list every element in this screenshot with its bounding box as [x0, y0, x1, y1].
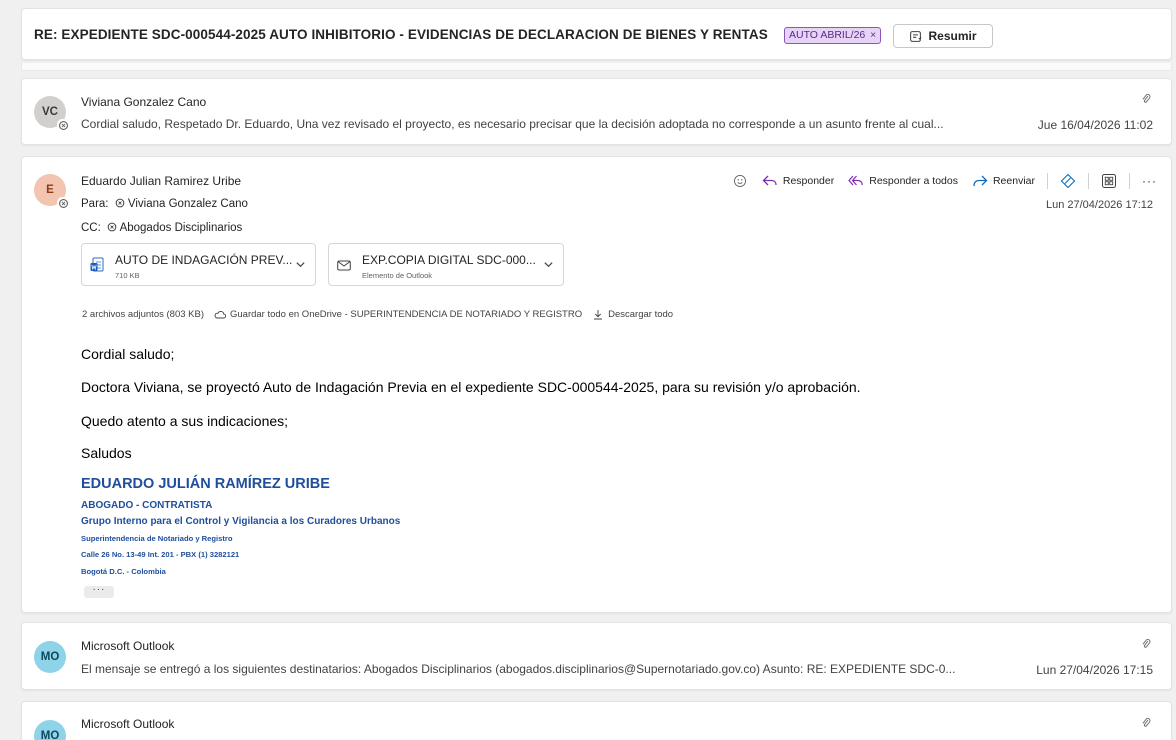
presence-unknown-icon [57, 197, 68, 208]
recipient-status-icon [115, 198, 125, 208]
message-collapsed-outlook[interactable]: MO Microsoft Outlook El mensaje se entre… [21, 622, 1172, 690]
subject-header: RE: EXPEDIENTE SDC-000544-2025 AUTO INHI… [21, 8, 1172, 60]
word-doc-icon [90, 257, 104, 272]
signature-role: ABOGADO - CONTRATISTA [81, 500, 213, 511]
reply-label: Responder [782, 175, 835, 187]
signature-address: Calle 26 No. 13-49 Int. 201 - PBX (1) 32… [81, 550, 240, 559]
attachment-type: Elemento de Outlook [362, 271, 433, 280]
message-preview: Cordial saludo, Respetado Dr. Eduardo, U… [81, 117, 944, 131]
body-paragraph: Saludos [81, 445, 132, 461]
subject-title: RE: EXPEDIENTE SDC-000544-2025 AUTO INHI… [34, 27, 768, 42]
body-paragraph: Cordial saludo; [81, 346, 175, 362]
to-recipient[interactable]: Viviana Gonzalez Cano [128, 198, 248, 210]
signature-name: EDUARDO JULIÁN RAMÍREZ URIBE [81, 476, 330, 492]
forward-label: Reenviar [992, 175, 1035, 187]
forward-arrow-icon [973, 175, 988, 187]
forward-button[interactable]: Reenviar [972, 174, 1035, 188]
body-paragraph: Quedo atento a sus indicaciones; [81, 413, 289, 429]
attachment-clip-icon [1142, 639, 1151, 648]
to-line: Para: Viviana Gonzalez Cano [81, 198, 248, 210]
save-to-onedrive-link[interactable]: Guardar todo en OneDrive - SUPERINTENDEN… [230, 309, 582, 320]
avatar: MO [34, 641, 66, 673]
chevron-down-icon[interactable] [543, 259, 554, 270]
reply-all-label: Responder a todos [869, 175, 958, 187]
message-date: Lun 27/04/2026 17:15 [1036, 663, 1153, 677]
message-collapsed-outlook-2[interactable]: MO Microsoft Outlook [21, 701, 1172, 740]
apps-button[interactable] [1101, 173, 1117, 189]
reply-all-button[interactable]: Responder a todos [848, 174, 958, 188]
sender-name[interactable]: Eduardo Julian Ramirez Uribe [81, 174, 241, 188]
sender-name: Viviana Gonzalez Cano [81, 95, 207, 109]
category-tag[interactable]: AUTO ABRIL/26 × [784, 27, 882, 44]
cloud-icon [214, 311, 226, 319]
recipient-status-icon [107, 222, 117, 232]
body-paragraph: Doctora Viviana, se proyectó Auto de Ind… [81, 379, 861, 395]
category-tag-label: AUTO ABRIL/26 [789, 29, 866, 41]
sender-name: Microsoft Outlook [81, 639, 175, 653]
message-date: Jue 16/04/2026 11:02 [1037, 118, 1153, 132]
attachment-card[interactable]: EXP.COPIA DIGITAL SDC-000... Elemento de… [328, 243, 564, 286]
message-preview: El mensaje se entregó a los siguientes d… [81, 662, 956, 676]
message-date: Lun 27/04/2026 17:12 [1045, 199, 1153, 211]
toolbar-separator [1088, 173, 1089, 189]
presence-unknown-icon [57, 119, 68, 130]
reaction-button[interactable] [732, 174, 748, 188]
cc-recipient[interactable]: Abogados Disciplinarios [120, 222, 243, 234]
summarize-button[interactable]: Resumir [893, 24, 993, 48]
attachment-clip-icon [1142, 94, 1151, 103]
toolbar-separator [1047, 173, 1048, 189]
attachments-summary: 2 archivos adjuntos (803 KB) [82, 309, 204, 320]
sender-name: Microsoft Outlook [81, 717, 175, 731]
message-expanded-eduardo: E Eduardo Julian Ramirez Uribe Para: Viv… [21, 156, 1172, 613]
thread-divider [21, 63, 1172, 71]
avatar: MO [34, 720, 66, 740]
signature-group: Grupo Interno para el Control y Vigilanc… [81, 516, 401, 527]
message-actions: Responder Responder a todos Reenviar ··· [732, 171, 1157, 191]
chevron-down-icon[interactable] [295, 259, 306, 270]
attachment-name: EXP.COPIA DIGITAL SDC-000... [362, 253, 536, 267]
signature-city: Bogotá D.C. - Colombia [81, 567, 166, 576]
more-actions-button[interactable]: ··· [1142, 174, 1157, 188]
mail-item-icon [337, 260, 351, 271]
cc-line: CC: Abogados Disciplinarios [81, 222, 242, 234]
download-icon [594, 310, 603, 320]
emoji-smile-icon [733, 175, 746, 187]
cc-label: CC: [81, 222, 101, 234]
download-all-link[interactable]: Descargar todo [608, 309, 673, 320]
reply-all-arrow-icon [848, 175, 864, 186]
apps-grid-icon [1102, 174, 1116, 188]
loop-diamond-icon [1060, 173, 1076, 189]
attachment-card[interactable]: AUTO DE INDAGACIÓN PREV... 710 KB [81, 243, 316, 286]
message-collapsed-viviana[interactable]: VC Viviana Gonzalez Cano Cordial saludo,… [21, 78, 1172, 145]
attachment-clip-icon [1142, 718, 1151, 727]
summarize-icon [910, 30, 922, 42]
reply-arrow-icon [762, 175, 777, 186]
show-more-content-button[interactable]: ··· [84, 585, 114, 598]
signature-organization: Superintendencia de Notariado y Registro [81, 534, 233, 543]
attachments-toolbar: 2 archivos adjuntos (803 KB) Guardar tod… [82, 309, 673, 320]
tag-remove-icon[interactable]: × [870, 30, 876, 41]
attachment-size: 710 KB [115, 271, 140, 280]
toolbar-separator [1129, 173, 1130, 189]
summarize-label: Resumir [928, 29, 977, 43]
attachment-name: AUTO DE INDAGACIÓN PREV... [115, 253, 293, 267]
reply-button[interactable]: Responder [762, 174, 834, 188]
to-label: Para: [81, 198, 109, 210]
loop-button[interactable] [1060, 173, 1076, 189]
